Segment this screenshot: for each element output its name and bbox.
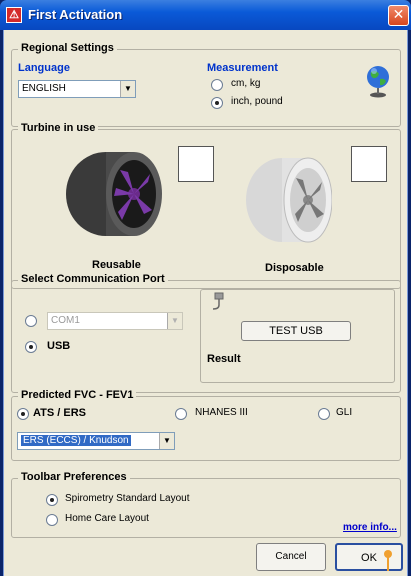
title-bar: ⚠ First Activation ✕: [0, 0, 411, 30]
usb-label: USB: [47, 340, 71, 352]
disposable-select-box[interactable]: [351, 146, 387, 182]
window-title: First Activation: [28, 7, 123, 22]
regional-settings-legend: Regional Settings: [18, 42, 117, 54]
language-label: Language: [18, 62, 70, 74]
usb-plug-icon: [209, 292, 227, 315]
language-select[interactable]: ENGLISH ▼: [18, 80, 136, 98]
cancel-button[interactable]: Cancel: [256, 543, 326, 571]
result-label: Result: [207, 353, 241, 365]
predicted-group: Predicted FVC - FEV1 ATS / ERS NHANES II…: [11, 389, 401, 461]
ok-button[interactable]: OK: [335, 543, 403, 571]
radio-gli[interactable]: [318, 408, 330, 420]
globe-icon: [365, 64, 391, 101]
predicted-set-select[interactable]: ERS (ECCS) / Knudson ▼: [17, 432, 175, 450]
radio-ats-ers[interactable]: [17, 408, 29, 420]
predicted-legend: Predicted FVC - FEV1: [18, 389, 137, 401]
com-port-select[interactable]: COM1 ▼: [47, 312, 183, 330]
turbine-legend: Turbine in use: [18, 122, 99, 134]
radio-usb[interactable]: [25, 341, 37, 353]
language-value: ENGLISH: [22, 83, 66, 94]
predicted-set-value: ERS (ECCS) / Knudson: [21, 435, 131, 446]
disposable-label: Disposable: [265, 262, 324, 274]
disposable-turbine-image[interactable]: [240, 150, 333, 251]
chevron-down-icon[interactable]: ▼: [120, 81, 135, 97]
radio-cm-kg-label: cm, kg: [231, 78, 261, 89]
reusable-select-box[interactable]: [178, 146, 214, 182]
turbine-group: Turbine in use Reusable Disposable: [11, 122, 401, 289]
toolbar-preferences-legend: Toolbar Preferences: [18, 471, 130, 483]
more-info-link[interactable]: more info...: [343, 522, 397, 533]
radio-nhanes[interactable]: [175, 408, 187, 420]
chevron-down-icon[interactable]: ▼: [167, 313, 182, 329]
radio-com[interactable]: [25, 315, 37, 327]
radio-cm-kg[interactable]: [211, 79, 223, 91]
dialog-client-area: Regional Settings Language ENGLISH ▼ Mea…: [3, 30, 408, 576]
ok-button-label: OK: [361, 552, 377, 564]
comm-port-group: Select Communication Port COM1 ▼ USB TES…: [11, 273, 401, 393]
measurement-label: Measurement: [207, 62, 278, 74]
radio-standard-layout-label: Spirometry Standard Layout: [65, 493, 190, 504]
usb-test-panel: TEST USB Result: [200, 289, 395, 383]
radio-ats-ers-label: ATS / ERS: [33, 407, 86, 419]
test-usb-button[interactable]: TEST USB: [241, 321, 351, 341]
close-button[interactable]: ✕: [388, 5, 409, 26]
com-port-value: COM1: [51, 315, 80, 326]
regional-settings-group: Regional Settings Language ENGLISH ▼ Mea…: [11, 42, 401, 127]
radio-standard-layout[interactable]: [46, 494, 58, 506]
reusable-label: Reusable: [92, 259, 141, 271]
radio-inch-pound-label: inch, pound: [231, 96, 283, 107]
toolbar-preferences-group: Toolbar Preferences Spirometry Standard …: [11, 471, 401, 538]
first-activation-window: ⚠ First Activation ✕ Regional Settings L…: [0, 0, 411, 576]
cursor-pin-icon: [384, 550, 392, 571]
radio-inch-pound[interactable]: [211, 97, 223, 109]
radio-gli-label: GLI: [336, 407, 353, 418]
comm-port-legend: Select Communication Port: [18, 273, 168, 285]
radio-home-care-layout-label: Home Care Layout: [65, 513, 149, 524]
radio-home-care-layout[interactable]: [46, 514, 58, 526]
app-icon: ⚠: [6, 7, 22, 23]
radio-nhanes-label: NHANES III: [195, 407, 248, 418]
chevron-down-icon[interactable]: ▼: [159, 433, 174, 449]
reusable-turbine-image[interactable]: [60, 148, 166, 243]
